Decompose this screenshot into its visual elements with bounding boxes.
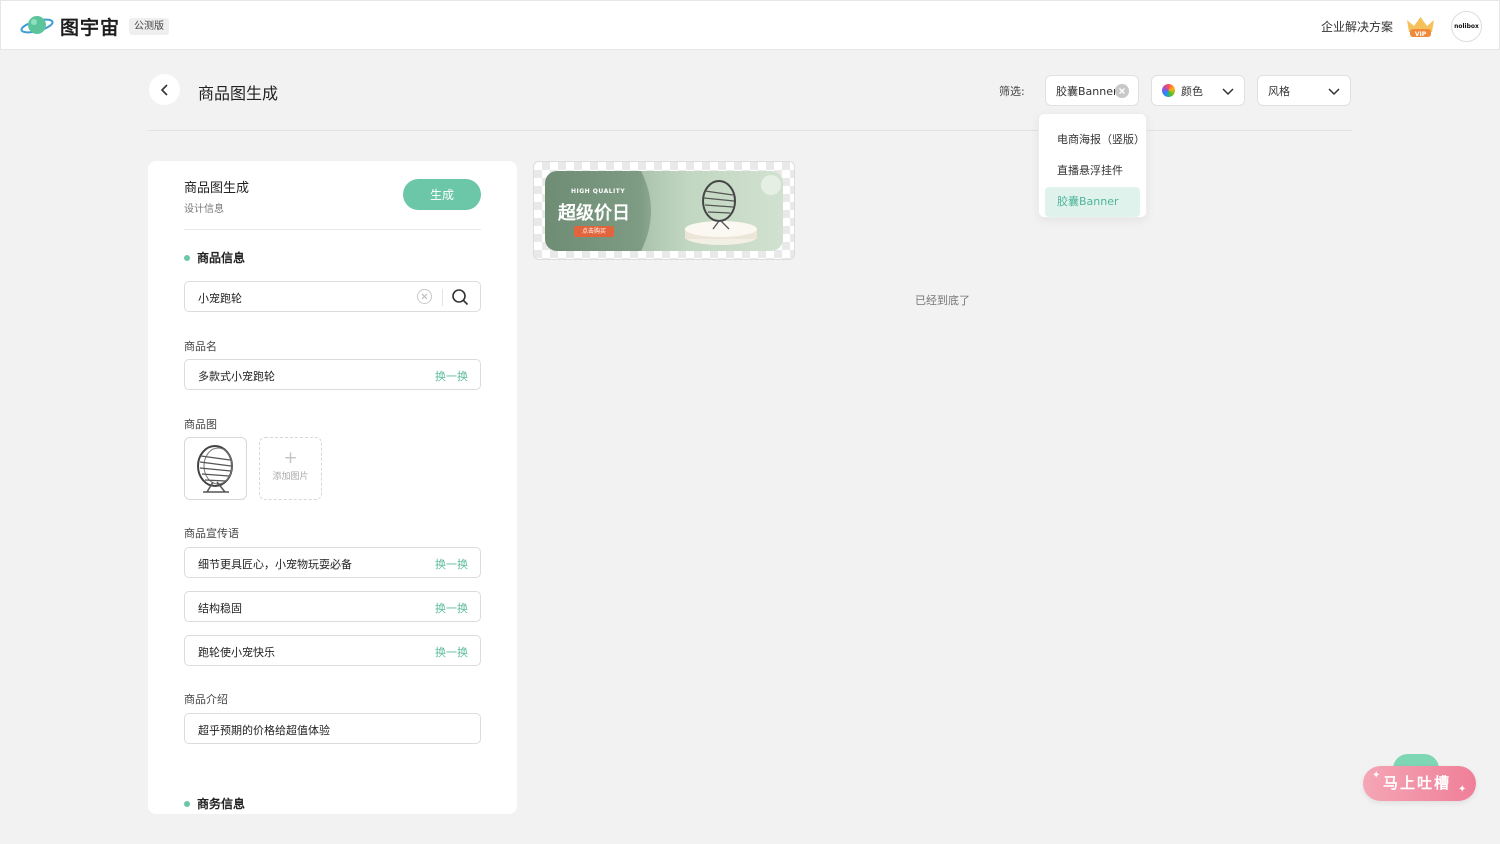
slogan-value-3: 跑轮使小宠快乐 <box>198 646 275 659</box>
filter-type-value: 胶囊Banner <box>1056 84 1118 98</box>
filter-label: 筛选: <box>999 85 1025 98</box>
swap-name-button[interactable]: 换一换 <box>435 368 468 384</box>
vip-label: VIP <box>1415 31 1427 38</box>
back-button[interactable] <box>149 74 180 105</box>
product-image-label: 商品图 <box>184 418 217 431</box>
product-intro-value: 超乎预期的价格给超值体验 <box>198 724 330 737</box>
chevron-down-icon <box>1222 88 1234 96</box>
clear-search-icon[interactable] <box>417 289 432 304</box>
product-name-label: 商品名 <box>184 340 217 353</box>
panel-divider <box>184 229 481 230</box>
header-divider <box>148 130 1352 131</box>
result-banner-card[interactable]: HIGH QUALITY 超级价日 点击购买 <box>533 161 795 260</box>
slogan-field-3[interactable]: 跑轮使小宠快乐 换一换 <box>184 635 481 666</box>
swap-slogan-2-button[interactable]: 换一换 <box>435 600 468 616</box>
product-info-section: 商品信息 <box>184 249 245 266</box>
search-separator <box>442 289 443 306</box>
end-of-list-text: 已经到底了 <box>915 294 970 307</box>
business-info-section: 商务信息 <box>184 795 245 812</box>
filter-color-label: 颜色 <box>1181 84 1203 98</box>
plus-icon: + <box>283 448 298 468</box>
dropdown-item-ecommerce-poster[interactable]: 电商海报（竖版） <box>1045 125 1145 155</box>
slogan-value-2: 结构稳固 <box>198 602 242 615</box>
type-dropdown-menu: 电商海报（竖版） 直播悬浮挂件 胶囊Banner <box>1038 113 1147 218</box>
banner-product-art <box>641 171 783 251</box>
capsule-banner-preview: HIGH QUALITY 超级价日 点击购买 <box>545 171 783 251</box>
filter-style-select[interactable]: 风格 <box>1257 75 1351 106</box>
feedback-button[interactable]: 马上吐槽 ✦ ✦ <box>1363 766 1476 801</box>
banner-tagline: HIGH QUALITY <box>571 188 626 195</box>
app-logo-text[interactable]: 图宇宙 <box>60 13 120 40</box>
color-wheel-icon <box>1162 84 1175 97</box>
business-info-heading: 商务信息 <box>197 797 246 811</box>
dropdown-item-live-widget[interactable]: 直播悬浮挂件 <box>1045 156 1140 186</box>
user-avatar[interactable]: nolibox <box>1451 11 1482 42</box>
chevron-down-icon <box>1328 88 1340 96</box>
beta-badge: 公测版 <box>129 18 169 35</box>
product-name-value: 多款式小宠跑轮 <box>198 370 275 383</box>
dropdown-item-capsule-banner[interactable]: 胶囊Banner <box>1045 187 1140 217</box>
slogan-value-1: 细节更具匠心，小宠物玩耍必备 <box>198 558 352 571</box>
generate-button[interactable]: 生成 <box>403 179 481 210</box>
planet-logo-icon[interactable] <box>20 13 54 39</box>
panel-subtitle: 设计信息 <box>184 204 224 215</box>
enterprise-solutions-link[interactable]: 企业解决方案 <box>1321 18 1393 35</box>
panel-title: 商品图生成 <box>184 181 250 196</box>
section-dot-icon <box>184 800 190 807</box>
slogan-field-2[interactable]: 结构稳固 换一换 <box>184 591 481 622</box>
banner-title: 超级价日 <box>558 203 630 224</box>
product-image-thumbnail[interactable] <box>184 437 247 500</box>
sparkle-icon: ✦ <box>1372 770 1383 781</box>
filter-type-select[interactable]: 胶囊Banner <box>1045 75 1139 106</box>
filter-style-label: 风格 <box>1268 84 1290 98</box>
section-dot-icon <box>184 254 190 261</box>
product-search-input[interactable]: 小宠跑轮 <box>184 281 481 312</box>
banner-cta-button: 点击购买 <box>574 226 614 237</box>
hamster-wheel-image <box>197 445 233 493</box>
filter-color-select[interactable]: 颜色 <box>1151 75 1245 106</box>
vip-crown-icon[interactable]: VIP <box>1405 14 1436 38</box>
feedback-label: 马上吐槽 <box>1383 774 1452 792</box>
product-name-field[interactable]: 多款式小宠跑轮 换一换 <box>184 359 481 390</box>
slogan-field-1[interactable]: 细节更具匠心，小宠物玩耍必备 换一换 <box>184 547 481 578</box>
top-navigation-bar: 图宇宙 公测版 企业解决方案 VIP nolibox <box>0 0 1500 50</box>
product-info-heading: 商品信息 <box>197 251 246 265</box>
sparkle-icon: ✦ <box>1458 784 1469 795</box>
search-input-value: 小宠跑轮 <box>198 292 242 305</box>
chevron-left-icon <box>160 83 168 96</box>
add-image-button[interactable]: + 添加图片 <box>259 437 322 500</box>
search-icon[interactable] <box>451 288 469 306</box>
swap-slogan-3-button[interactable]: 换一换 <box>435 644 468 660</box>
add-image-label: 添加图片 <box>272 472 309 482</box>
page-title: 商品图生成 <box>198 84 279 103</box>
product-intro-label: 商品介绍 <box>184 693 228 706</box>
product-intro-field[interactable]: 超乎预期的价格给超值体验 <box>184 713 481 744</box>
clear-filter-icon[interactable] <box>1115 84 1129 98</box>
design-info-panel: 商品图生成 设计信息 生成 商品信息 小宠跑轮 商品名 多款式小宠跑轮 换一换 … <box>148 161 517 814</box>
swap-slogan-1-button[interactable]: 换一换 <box>435 556 468 572</box>
slogan-label: 商品宣传语 <box>184 527 239 540</box>
